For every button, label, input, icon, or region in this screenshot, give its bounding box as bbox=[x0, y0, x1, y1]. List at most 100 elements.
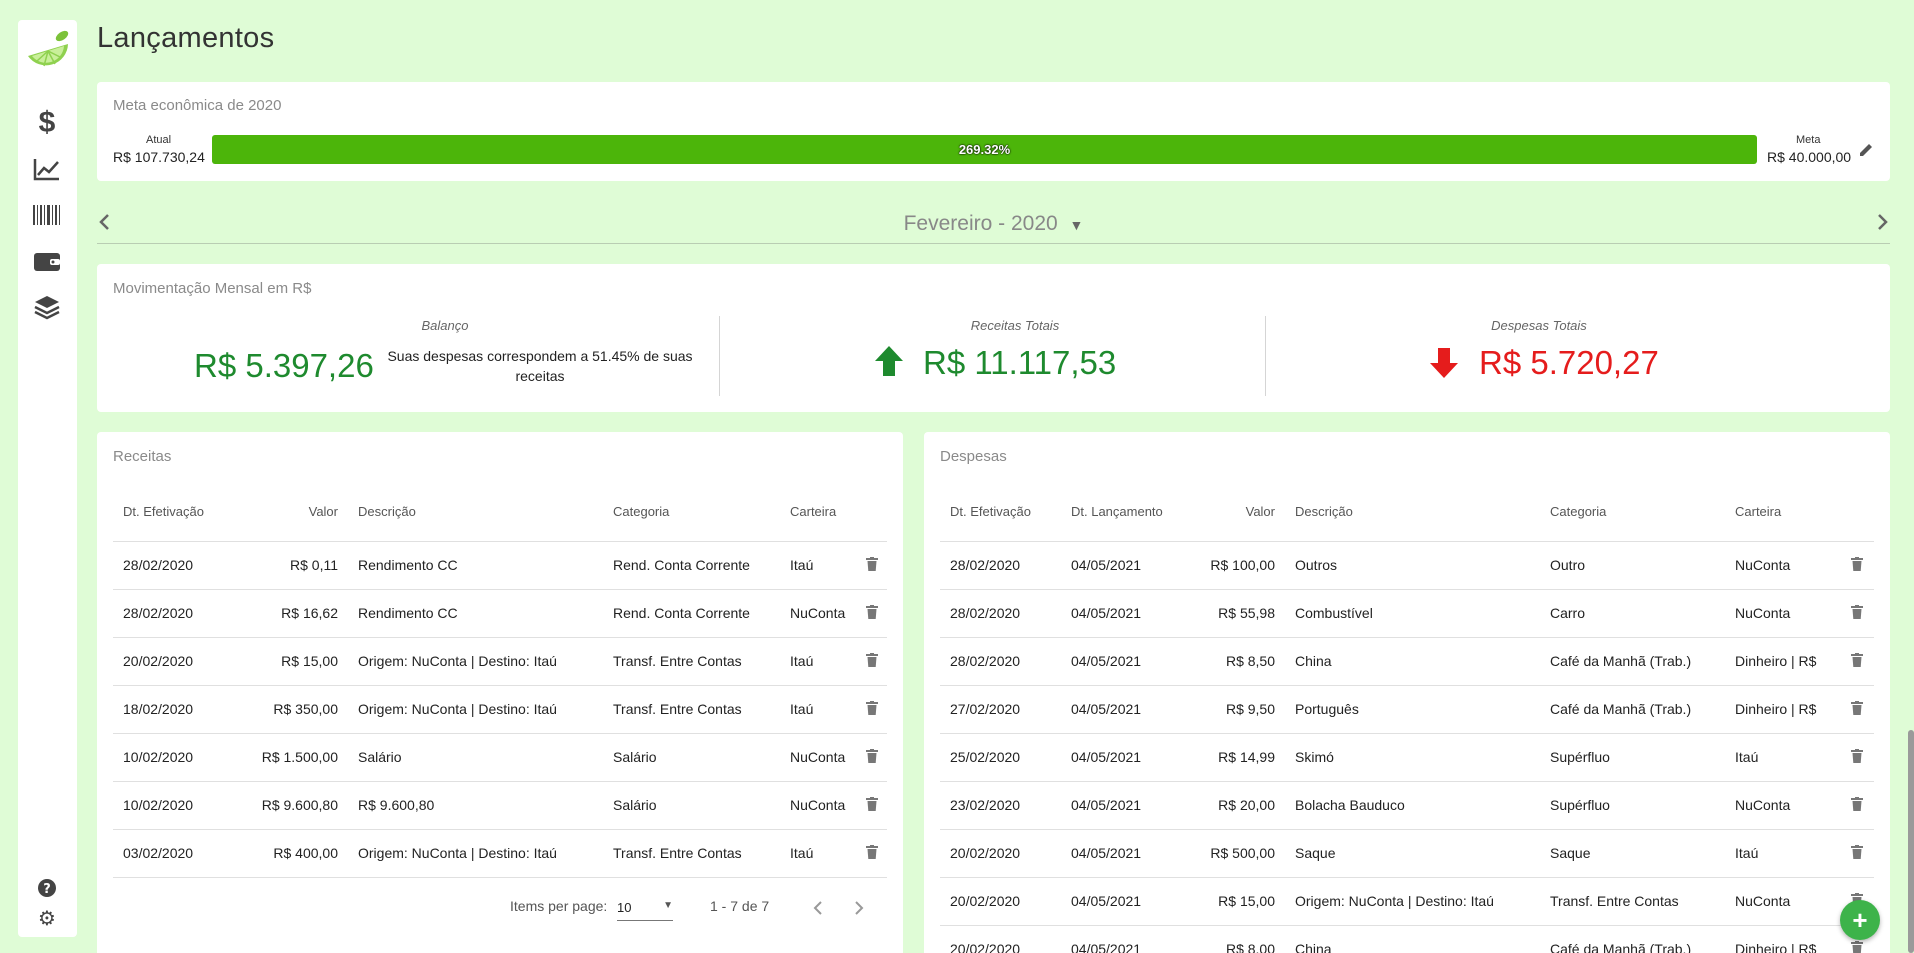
delete-trash-icon[interactable] bbox=[857, 541, 887, 590]
column-header[interactable]: Valor bbox=[1183, 483, 1285, 542]
table-cell: Itaú bbox=[780, 685, 857, 734]
delete-trash-icon[interactable] bbox=[1839, 637, 1874, 686]
column-header[interactable]: Valor bbox=[250, 483, 348, 542]
goal-target-value: R$ 40.000,00 bbox=[1767, 149, 1852, 165]
delete-trash-icon[interactable] bbox=[857, 589, 887, 638]
table-cell: R$ 20,00 bbox=[1183, 781, 1285, 830]
table-row[interactable]: 28/02/2020 04/05/2021 R$ 100,00 Outros Outro… bbox=[940, 541, 1874, 590]
table-cell: Rendimento CC bbox=[348, 589, 603, 638]
table-cell: 18/02/2020 bbox=[113, 685, 250, 734]
dollar-icon[interactable]: $ bbox=[32, 106, 62, 139]
goal-target-label: Meta bbox=[1796, 134, 1821, 146]
table-cell: R$ 350,00 bbox=[250, 685, 348, 734]
column-header[interactable]: Dt. Efetivação bbox=[113, 483, 250, 542]
table-cell: 27/02/2020 bbox=[940, 685, 1061, 734]
delete-trash-icon[interactable] bbox=[1839, 685, 1874, 734]
column-header[interactable]: Dt. Lançamento bbox=[1061, 483, 1183, 542]
sidebar: $ ? ⚙ bbox=[18, 20, 77, 937]
table-cell: Dinheiro | R$ bbox=[1725, 685, 1839, 734]
delete-trash-icon[interactable] bbox=[1839, 589, 1874, 638]
page-size-select[interactable]: 10 ▼ bbox=[617, 893, 673, 921]
table-row[interactable]: 28/02/2020 04/05/2021 R$ 8,50 China Café da … bbox=[940, 637, 1874, 686]
table-cell: Café da Manhã (Trab.) bbox=[1540, 685, 1725, 734]
table-row[interactable]: 20/02/2020 R$ 15,00 Origem: NuConta | Dest… bbox=[113, 637, 887, 686]
delete-trash-icon[interactable] bbox=[1839, 541, 1874, 590]
delete-trash-icon[interactable] bbox=[857, 637, 887, 686]
column-header[interactable]: Categoria bbox=[1540, 483, 1725, 542]
lime-logo-icon[interactable] bbox=[22, 26, 74, 78]
table-row[interactable]: 03/02/2020 R$ 400,00 Origem: NuConta | Des… bbox=[113, 829, 887, 878]
barcode-icon[interactable] bbox=[32, 200, 62, 230]
table-cell: Itaú bbox=[780, 829, 857, 878]
help-icon[interactable]: ? bbox=[32, 873, 62, 903]
table-row[interactable]: 18/02/2020 R$ 350,00 Origem: NuConta | Des… bbox=[113, 685, 887, 734]
delete-trash-icon[interactable] bbox=[857, 733, 887, 782]
table-row[interactable]: 10/02/2020 R$ 1.500,00 Salário Salário NuCon… bbox=[113, 733, 887, 782]
table-cell: R$ 1.500,00 bbox=[250, 733, 348, 782]
delete-trash-icon[interactable] bbox=[1839, 781, 1874, 830]
table-cell: 20/02/2020 bbox=[113, 637, 250, 686]
table-cell: Combustível bbox=[1285, 589, 1540, 638]
table-cell: 28/02/2020 bbox=[113, 589, 250, 638]
layers-icon[interactable] bbox=[32, 292, 62, 322]
table-cell: R$ 9.600,80 bbox=[348, 781, 603, 830]
despesas-table: Dt. Efetivação Dt. Lançamento Valor Desc… bbox=[940, 483, 1874, 953]
table-row[interactable]: 10/02/2020 R$ 9.600,80 R$ 9.600,80 Salário N… bbox=[113, 781, 887, 830]
table-cell: R$ 500,00 bbox=[1183, 829, 1285, 878]
balance-value: R$ 5.397,26 bbox=[194, 347, 374, 384]
add-entry-button[interactable]: + bbox=[1840, 900, 1880, 940]
delete-trash-icon[interactable] bbox=[857, 685, 887, 734]
column-header[interactable]: Carteira bbox=[780, 483, 857, 542]
table-cell: 28/02/2020 bbox=[940, 589, 1061, 638]
table-cell: R$ 16,62 bbox=[250, 589, 348, 638]
table-cell: R$ 14,99 bbox=[1183, 733, 1285, 782]
previous-page-chevron-icon[interactable] bbox=[811, 900, 825, 921]
table-row[interactable]: 28/02/2020 04/05/2021 R$ 55,98 Combustível C… bbox=[940, 589, 1874, 638]
table-row[interactable]: 23/02/2020 04/05/2021 R$ 20,00 Bolacha Baud… bbox=[940, 781, 1874, 830]
table-cell: 03/02/2020 bbox=[113, 829, 250, 878]
table-row[interactable]: 20/02/2020 04/05/2021 R$ 500,00 Saque Saque I… bbox=[940, 829, 1874, 878]
delete-trash-icon[interactable] bbox=[1839, 733, 1874, 782]
chart-line-icon[interactable] bbox=[32, 154, 62, 184]
table-row[interactable]: 20/02/2020 04/05/2021 R$ 8,00 China Café da … bbox=[940, 925, 1874, 953]
table-cell: Itaú bbox=[1725, 733, 1839, 782]
table-row[interactable]: 28/02/2020 R$ 0,11 Rendimento CC Rend. Cont… bbox=[113, 541, 887, 590]
column-header[interactable]: Carteira bbox=[1725, 483, 1839, 542]
table-row[interactable]: 25/02/2020 04/05/2021 R$ 14,99 Skimó Supérfl… bbox=[940, 733, 1874, 782]
table-cell: 23/02/2020 bbox=[940, 781, 1061, 830]
next-page-chevron-icon[interactable] bbox=[852, 900, 866, 921]
column-header[interactable]: Descrição bbox=[348, 483, 603, 542]
table-row[interactable]: 27/02/2020 04/05/2021 R$ 9,50 Português Café… bbox=[940, 685, 1874, 734]
delete-trash-icon[interactable] bbox=[857, 781, 887, 830]
column-header[interactable]: Descrição bbox=[1285, 483, 1540, 542]
column-header[interactable]: Dt. Efetivação bbox=[940, 483, 1061, 542]
table-cell: 04/05/2021 bbox=[1061, 925, 1183, 953]
gear-icon[interactable]: ⚙ bbox=[32, 903, 62, 933]
table-cell: 28/02/2020 bbox=[113, 541, 250, 590]
page-size-value: 10 bbox=[617, 900, 632, 915]
table-cell: Origem: NuConta | Destino: Itaú bbox=[348, 637, 603, 686]
column-header[interactable]: Categoria bbox=[603, 483, 780, 542]
income-value: R$ 11.117,53 bbox=[923, 344, 1117, 381]
page-scrollbar-thumb[interactable] bbox=[1908, 730, 1914, 953]
month-selector[interactable]: Fevereiro - 2020 ▼ bbox=[97, 212, 1890, 236]
goal-card bbox=[97, 82, 1890, 181]
edit-goal-pencil-icon[interactable] bbox=[1858, 142, 1874, 163]
next-month-chevron-icon[interactable] bbox=[1874, 212, 1890, 237]
wallet-icon[interactable] bbox=[32, 246, 62, 276]
income-label: Receitas Totais bbox=[970, 318, 1060, 333]
table-row[interactable]: 20/02/2020 04/05/2021 R$ 15,00 Origem: NuCo… bbox=[940, 877, 1874, 926]
table-cell: Transf. Entre Contas bbox=[603, 685, 780, 734]
svg-text:?: ? bbox=[43, 882, 51, 897]
table-row[interactable]: 28/02/2020 R$ 16,62 Rendimento CC Rend. Con… bbox=[113, 589, 887, 638]
table-cell: 20/02/2020 bbox=[940, 829, 1061, 878]
table-cell: R$ 8,00 bbox=[1183, 925, 1285, 953]
table-cell: China bbox=[1285, 925, 1540, 953]
delete-trash-icon[interactable] bbox=[1839, 829, 1874, 878]
delete-trash-icon[interactable] bbox=[857, 829, 887, 878]
table-cell: Supérfluo bbox=[1540, 733, 1725, 782]
table-cell: Salário bbox=[348, 733, 603, 782]
table-cell: Salário bbox=[603, 733, 780, 782]
table-cell: R$ 400,00 bbox=[250, 829, 348, 878]
table-cell: NuConta bbox=[780, 781, 857, 830]
